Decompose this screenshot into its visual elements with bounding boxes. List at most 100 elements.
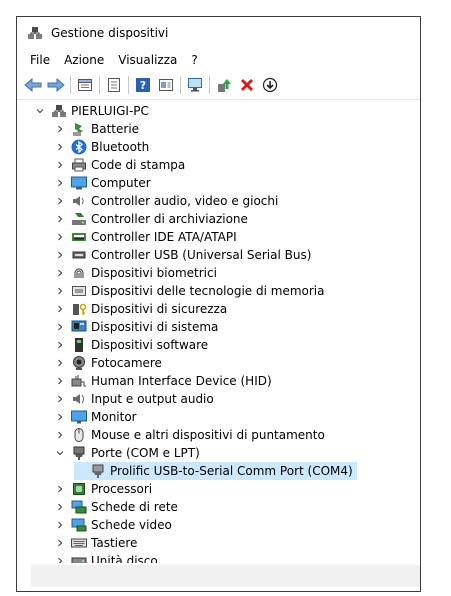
tree-root[interactable]: PIERLUIGI-PC: [35, 102, 149, 120]
tree-item-label: Human Interface Device (HID): [91, 374, 272, 388]
tree-item-label: Bluetooth: [91, 140, 150, 154]
tree-category[interactable]: Input e output audio: [55, 390, 214, 408]
tree-category[interactable]: Bluetooth: [55, 138, 149, 156]
disable-button[interactable]: [260, 75, 280, 95]
chevron-right-icon[interactable]: [55, 178, 65, 188]
tree-category[interactable]: Batterie: [55, 120, 139, 138]
battery-icon: [71, 121, 87, 137]
toolbar: ?: [17, 71, 420, 100]
toolbar-separator: [180, 76, 181, 94]
monitor-icon: [71, 409, 87, 425]
scan-hardware-button[interactable]: [185, 75, 205, 95]
tree-category[interactable]: Schede di rete: [55, 498, 178, 516]
chevron-right-icon[interactable]: [55, 430, 65, 440]
chevron-down-icon[interactable]: [55, 448, 65, 458]
update-driver-button[interactable]: [214, 75, 234, 95]
tree-category[interactable]: Processori: [55, 480, 152, 498]
tree-category[interactable]: Human Interface Device (HID): [55, 372, 272, 390]
audio-io-icon: [71, 391, 87, 407]
chevron-right-icon[interactable]: [55, 142, 65, 152]
serial-port-icon: [90, 463, 106, 479]
tree-category[interactable]: Controller USB (Universal Serial Bus): [55, 246, 311, 264]
chevron-right-icon[interactable]: [55, 376, 65, 386]
chevron-right-icon[interactable]: [55, 124, 65, 134]
system-icon: [71, 319, 87, 335]
tree-item-label: Computer: [91, 176, 151, 190]
tree-item-label: Mouse e altri dispositivi di puntamento: [91, 428, 325, 442]
chevron-right-icon[interactable]: [55, 286, 65, 296]
camera-icon: [71, 355, 87, 371]
view-button[interactable]: [156, 75, 176, 95]
chevron-right-icon[interactable]: [55, 196, 65, 206]
hid-icon: [71, 373, 87, 389]
details-button[interactable]: [104, 75, 124, 95]
chevron-right-icon[interactable]: [55, 250, 65, 260]
chevron-right-icon[interactable]: [55, 394, 65, 404]
tree-category[interactable]: Unità disco: [55, 552, 158, 563]
storage-icon: [71, 211, 87, 227]
chevron-right-icon[interactable]: [55, 502, 65, 512]
tree-category[interactable]: Controller IDE ATA/ATAPI: [55, 228, 237, 246]
chevron-right-icon[interactable]: [55, 556, 65, 563]
chevron-right-icon[interactable]: [55, 538, 65, 548]
help-button[interactable]: ?: [133, 75, 153, 95]
tree-item-label: Prolific USB-to-Serial Comm Port (COM4): [110, 464, 353, 478]
tree-category[interactable]: Code di stampa: [55, 156, 185, 174]
tree-category[interactable]: Dispositivi software: [55, 336, 208, 354]
tree-category[interactable]: Fotocamere: [55, 354, 162, 372]
tree-category[interactable]: Dispositivi di sistema: [55, 318, 218, 336]
computer-icon: [71, 175, 87, 191]
back-button[interactable]: [23, 75, 43, 95]
tree-item-label: Dispositivi delle tecnologie di memoria: [91, 284, 325, 298]
tree-category[interactable]: Mouse e altri dispositivi di puntamento: [55, 426, 325, 444]
tree-category[interactable]: Controller audio, video e giochi: [55, 192, 278, 210]
chevron-right-icon[interactable]: [55, 214, 65, 224]
device-manager-app-icon: [25, 23, 45, 43]
forward-button[interactable]: [46, 75, 66, 95]
chevron-right-icon[interactable]: [55, 484, 65, 494]
tree-item-label: Porte (COM e LPT): [91, 446, 200, 460]
tree-device[interactable]: Prolific USB-to-Serial Comm Port (COM4): [74, 462, 357, 480]
ide-icon: [71, 229, 87, 245]
tree-item-label: Dispositivi software: [91, 338, 209, 352]
menu-azione[interactable]: Azione: [57, 51, 111, 69]
tree-category[interactable]: Dispositivi delle tecnologie di memoria: [55, 282, 324, 300]
tree-category[interactable]: Controller di archiviazione: [55, 210, 248, 228]
tree-item-label: Controller IDE ATA/ATAPI: [91, 230, 237, 244]
view-icon: [158, 77, 174, 93]
tree-category[interactable]: Schede video: [55, 516, 172, 534]
chevron-right-icon[interactable]: [55, 520, 65, 530]
device-tree[interactable]: PIERLUIGI-PC Batterie Bluetooth Code di sta…: [17, 99, 420, 563]
menu-help[interactable]: ?: [184, 51, 204, 69]
tree-item-label: Schede video: [91, 518, 172, 532]
fingerprint-icon: [71, 265, 87, 281]
software-icon: [71, 337, 87, 353]
chevron-right-icon[interactable]: [55, 160, 65, 170]
tree-item-label: Input e output audio: [91, 392, 214, 406]
tree-category[interactable]: Dispositivi di sicurezza: [55, 300, 227, 318]
chevron-right-icon[interactable]: [55, 340, 65, 350]
bluetooth-icon: [71, 139, 87, 155]
details-icon: [106, 77, 122, 93]
menu-file[interactable]: File: [23, 51, 57, 69]
disk-icon: [71, 553, 87, 563]
tree-category[interactable]: Dispositivi biometrici: [55, 264, 217, 282]
chevron-right-icon[interactable]: [55, 232, 65, 242]
tree-category[interactable]: Monitor: [55, 408, 137, 426]
chevron-right-icon[interactable]: [55, 268, 65, 278]
properties-button[interactable]: [75, 75, 95, 95]
uninstall-button[interactable]: [237, 75, 257, 95]
menu-visualizza[interactable]: Visualizza: [111, 51, 184, 69]
chevron-down-icon[interactable]: [35, 106, 45, 116]
tree-category[interactable]: Tastiere: [55, 534, 137, 552]
tree-category[interactable]: Porte (COM e LPT): [55, 444, 200, 462]
chevron-right-icon[interactable]: [55, 412, 65, 422]
status-bar: [31, 565, 420, 587]
port-icon: [71, 445, 87, 461]
tree-item-label: Dispositivi di sicurezza: [91, 302, 228, 316]
chevron-right-icon[interactable]: [55, 358, 65, 368]
chevron-right-icon[interactable]: [55, 322, 65, 332]
chevron-right-icon[interactable]: [55, 304, 65, 314]
tree-category[interactable]: Computer: [55, 174, 151, 192]
toolbar-separator: [70, 76, 71, 94]
